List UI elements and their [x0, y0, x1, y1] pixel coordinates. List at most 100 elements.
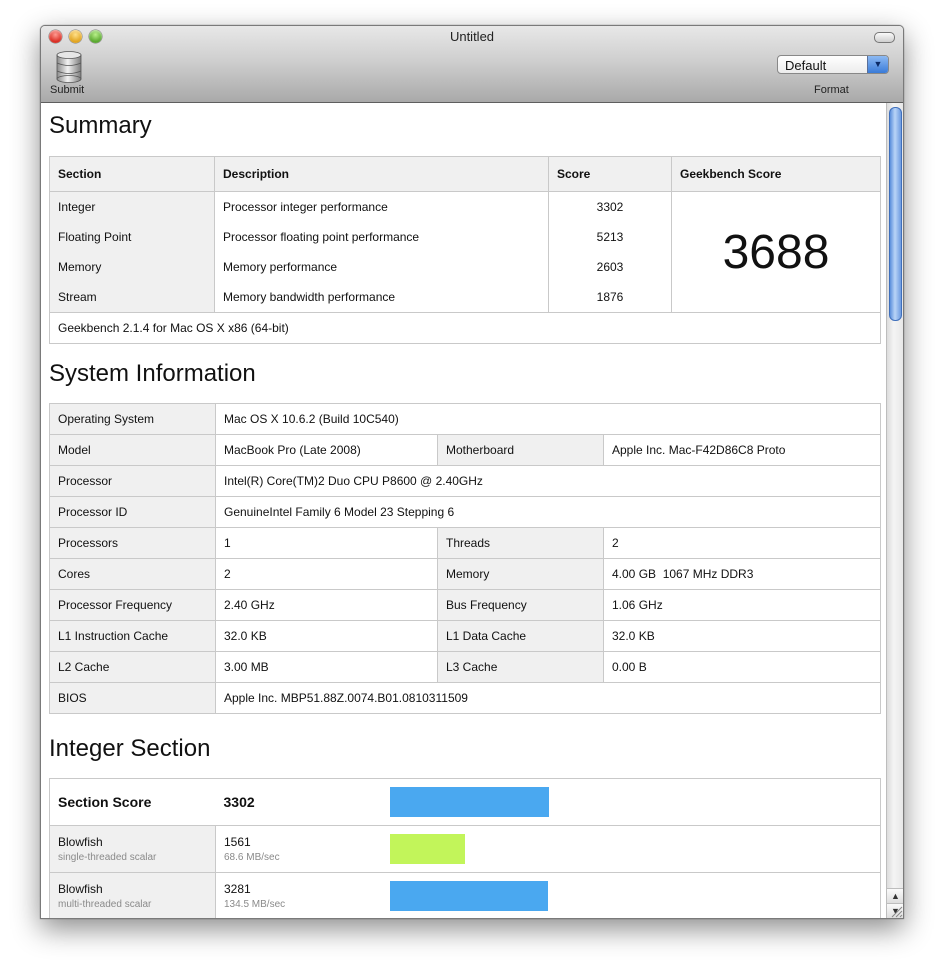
- processor-label: Processor: [49, 465, 216, 497]
- threads-label: Threads: [437, 527, 604, 559]
- test-name: Blowfish: [58, 882, 103, 896]
- section-score-bar: [389, 787, 549, 817]
- processor-value: Intel(R) Core(TM)2 Duo CPU P8600 @ 2.40G…: [215, 465, 881, 497]
- table-row: Processors 1 Threads 2: [49, 527, 881, 559]
- summary-header-description: Description: [214, 156, 549, 192]
- submit-button-label[interactable]: Submit: [50, 84, 84, 96]
- scroll-up-arrow-icon[interactable]: ▲: [887, 888, 903, 904]
- table-row: Model MacBook Pro (Late 2008) Motherboar…: [49, 434, 881, 466]
- table-row: L1 Instruction Cache 32.0 KB L1 Data Cac…: [49, 620, 881, 652]
- test-subtitle: single-threaded scalar: [58, 852, 157, 863]
- bios-value: Apple Inc. MBP51.88Z.0074.B01.0810311509: [215, 682, 881, 714]
- cores-label: Cores: [49, 558, 216, 590]
- format-label: Format: [814, 84, 849, 96]
- table-row: Operating System Mac OS X 10.6.2 (Build …: [49, 403, 881, 435]
- table-row: Processor ID GenuineIntel Family 6 Model…: [49, 496, 881, 528]
- summary-score-cell: 1876: [548, 282, 672, 313]
- test-score-cell: 3281 134.5 MB/sec: [215, 872, 382, 918]
- report-content: Summary Section Description Score Geekbe…: [41, 103, 886, 918]
- summary-description-cell: Processor floating point performance: [214, 222, 549, 252]
- summary-heading: Summary: [49, 112, 152, 139]
- table-row: Processor Frequency 2.40 GHz Bus Frequen…: [49, 589, 881, 621]
- summary-section-cell: Memory: [49, 252, 215, 282]
- os-label: Operating System: [49, 403, 216, 435]
- summary-header-row: Section Description Score Geekbench Scor…: [49, 156, 881, 192]
- l2-cache-label: L2 Cache: [49, 651, 216, 683]
- cores-value: 2: [215, 558, 438, 590]
- app-window: Untitled Submit Default ▼ Format Summary: [40, 25, 904, 919]
- table-row: BIOS Apple Inc. MBP51.88Z.0074.B01.08103…: [49, 682, 881, 714]
- motherboard-label: Motherboard: [437, 434, 604, 466]
- processor-id-value: GenuineIntel Family 6 Model 23 Stepping …: [215, 496, 881, 528]
- test-score: 3281: [224, 882, 251, 896]
- section-score-row: Section Score 3302: [49, 778, 881, 826]
- memory-label: Memory: [437, 558, 604, 590]
- chevron-down-icon: ▼: [867, 56, 888, 73]
- test-name-cell: Blowfish single-threaded scalar: [49, 825, 216, 873]
- summary-score-cell: 5213: [548, 222, 672, 252]
- table-row: Processor Intel(R) Core(TM)2 Duo CPU P86…: [49, 465, 881, 497]
- bus-frequency-value: 1.06 GHz: [603, 589, 881, 621]
- l3-cache-value: 0.00 B: [603, 651, 881, 683]
- table-row: L2 Cache 3.00 MB L3 Cache 0.00 B: [49, 651, 881, 683]
- toolbar: Untitled Submit Default ▼ Format: [41, 26, 903, 103]
- test-subtitle: multi-threaded scalar: [58, 899, 152, 910]
- l2-cache-value: 3.00 MB: [215, 651, 438, 683]
- resize-grip-icon[interactable]: [888, 903, 903, 918]
- geekbench-score: 3688: [671, 191, 881, 313]
- motherboard-value: Apple Inc. Mac-F42D86C8 Proto: [603, 434, 881, 466]
- processors-label: Processors: [49, 527, 216, 559]
- processor-id-label: Processor ID: [49, 496, 216, 528]
- table-row: Blowfish single-threaded scalar 1561 68.…: [49, 825, 881, 873]
- test-bar-cell: [381, 825, 881, 873]
- window-title: Untitled: [449, 29, 495, 44]
- summary-score-cell: 3302: [548, 191, 672, 222]
- memory-value: 4.00 GB 1067 MHz DDR3: [603, 558, 881, 590]
- summary-section-cell: Stream: [49, 282, 215, 313]
- l1-data-cache-label: L1 Data Cache: [437, 620, 604, 652]
- test-score-cell: 1561 68.6 MB/sec: [215, 825, 382, 873]
- table-row: Cores 2 Memory 4.00 GB 1067 MHz DDR3: [49, 558, 881, 590]
- processor-frequency-label: Processor Frequency: [49, 589, 216, 621]
- system-info-heading: System Information: [49, 360, 256, 387]
- processors-value: 1: [215, 527, 438, 559]
- vertical-scrollbar[interactable]: ▲ ▼: [886, 103, 903, 918]
- processor-frequency-value: 2.40 GHz: [215, 589, 438, 621]
- summary-score-cell: 2603: [548, 252, 672, 282]
- summary-header-geekbench: Geekbench Score: [671, 156, 881, 192]
- test-name-cell: Blowfish multi-threaded scalar: [49, 872, 216, 918]
- bios-label: BIOS: [49, 682, 216, 714]
- format-select[interactable]: Default ▼: [777, 55, 889, 74]
- geekbench-version: Geekbench 2.1.4 for Mac OS X x86 (64-bit…: [49, 312, 881, 344]
- scroll-thumb[interactable]: [889, 107, 902, 321]
- test-name: Blowfish: [58, 835, 103, 849]
- threads-value: 2: [603, 527, 881, 559]
- summary-section-cell: Integer: [49, 191, 215, 222]
- summary-description-cell: Memory bandwidth performance: [214, 282, 549, 313]
- l1-data-cache-value: 32.0 KB: [603, 620, 881, 652]
- summary-header-score: Score: [548, 156, 672, 192]
- section-score-label: Section Score: [49, 778, 216, 826]
- test-bar-cell: [381, 872, 881, 918]
- l3-cache-label: L3 Cache: [437, 651, 604, 683]
- os-value: Mac OS X 10.6.2 (Build 10C540): [215, 403, 881, 435]
- table-row: Geekbench 2.1.4 for Mac OS X x86 (64-bit…: [49, 312, 881, 344]
- model-label: Model: [49, 434, 216, 466]
- test-score-bar: [389, 834, 465, 864]
- format-select-value: Default: [785, 58, 827, 73]
- summary-description-cell: Memory performance: [214, 252, 549, 282]
- test-score: 1561: [224, 835, 251, 849]
- l1-instruction-cache-label: L1 Instruction Cache: [49, 620, 216, 652]
- summary-header-section: Section: [49, 156, 215, 192]
- database-icon[interactable]: [55, 51, 83, 83]
- table-row: Integer Processor integer performance 33…: [49, 191, 881, 313]
- bus-frequency-label: Bus Frequency: [437, 589, 604, 621]
- test-score-bar: [389, 881, 548, 911]
- integer-section-heading: Integer Section: [49, 735, 211, 762]
- summary-section-cell: Floating Point: [49, 222, 215, 252]
- toolbar-toggle-button[interactable]: [874, 32, 895, 43]
- section-score-bar-cell: [381, 778, 881, 826]
- section-score-value: 3302: [215, 778, 382, 826]
- table-row: Blowfish multi-threaded scalar 3281 134.…: [49, 872, 881, 918]
- l1-instruction-cache-value: 32.0 KB: [215, 620, 438, 652]
